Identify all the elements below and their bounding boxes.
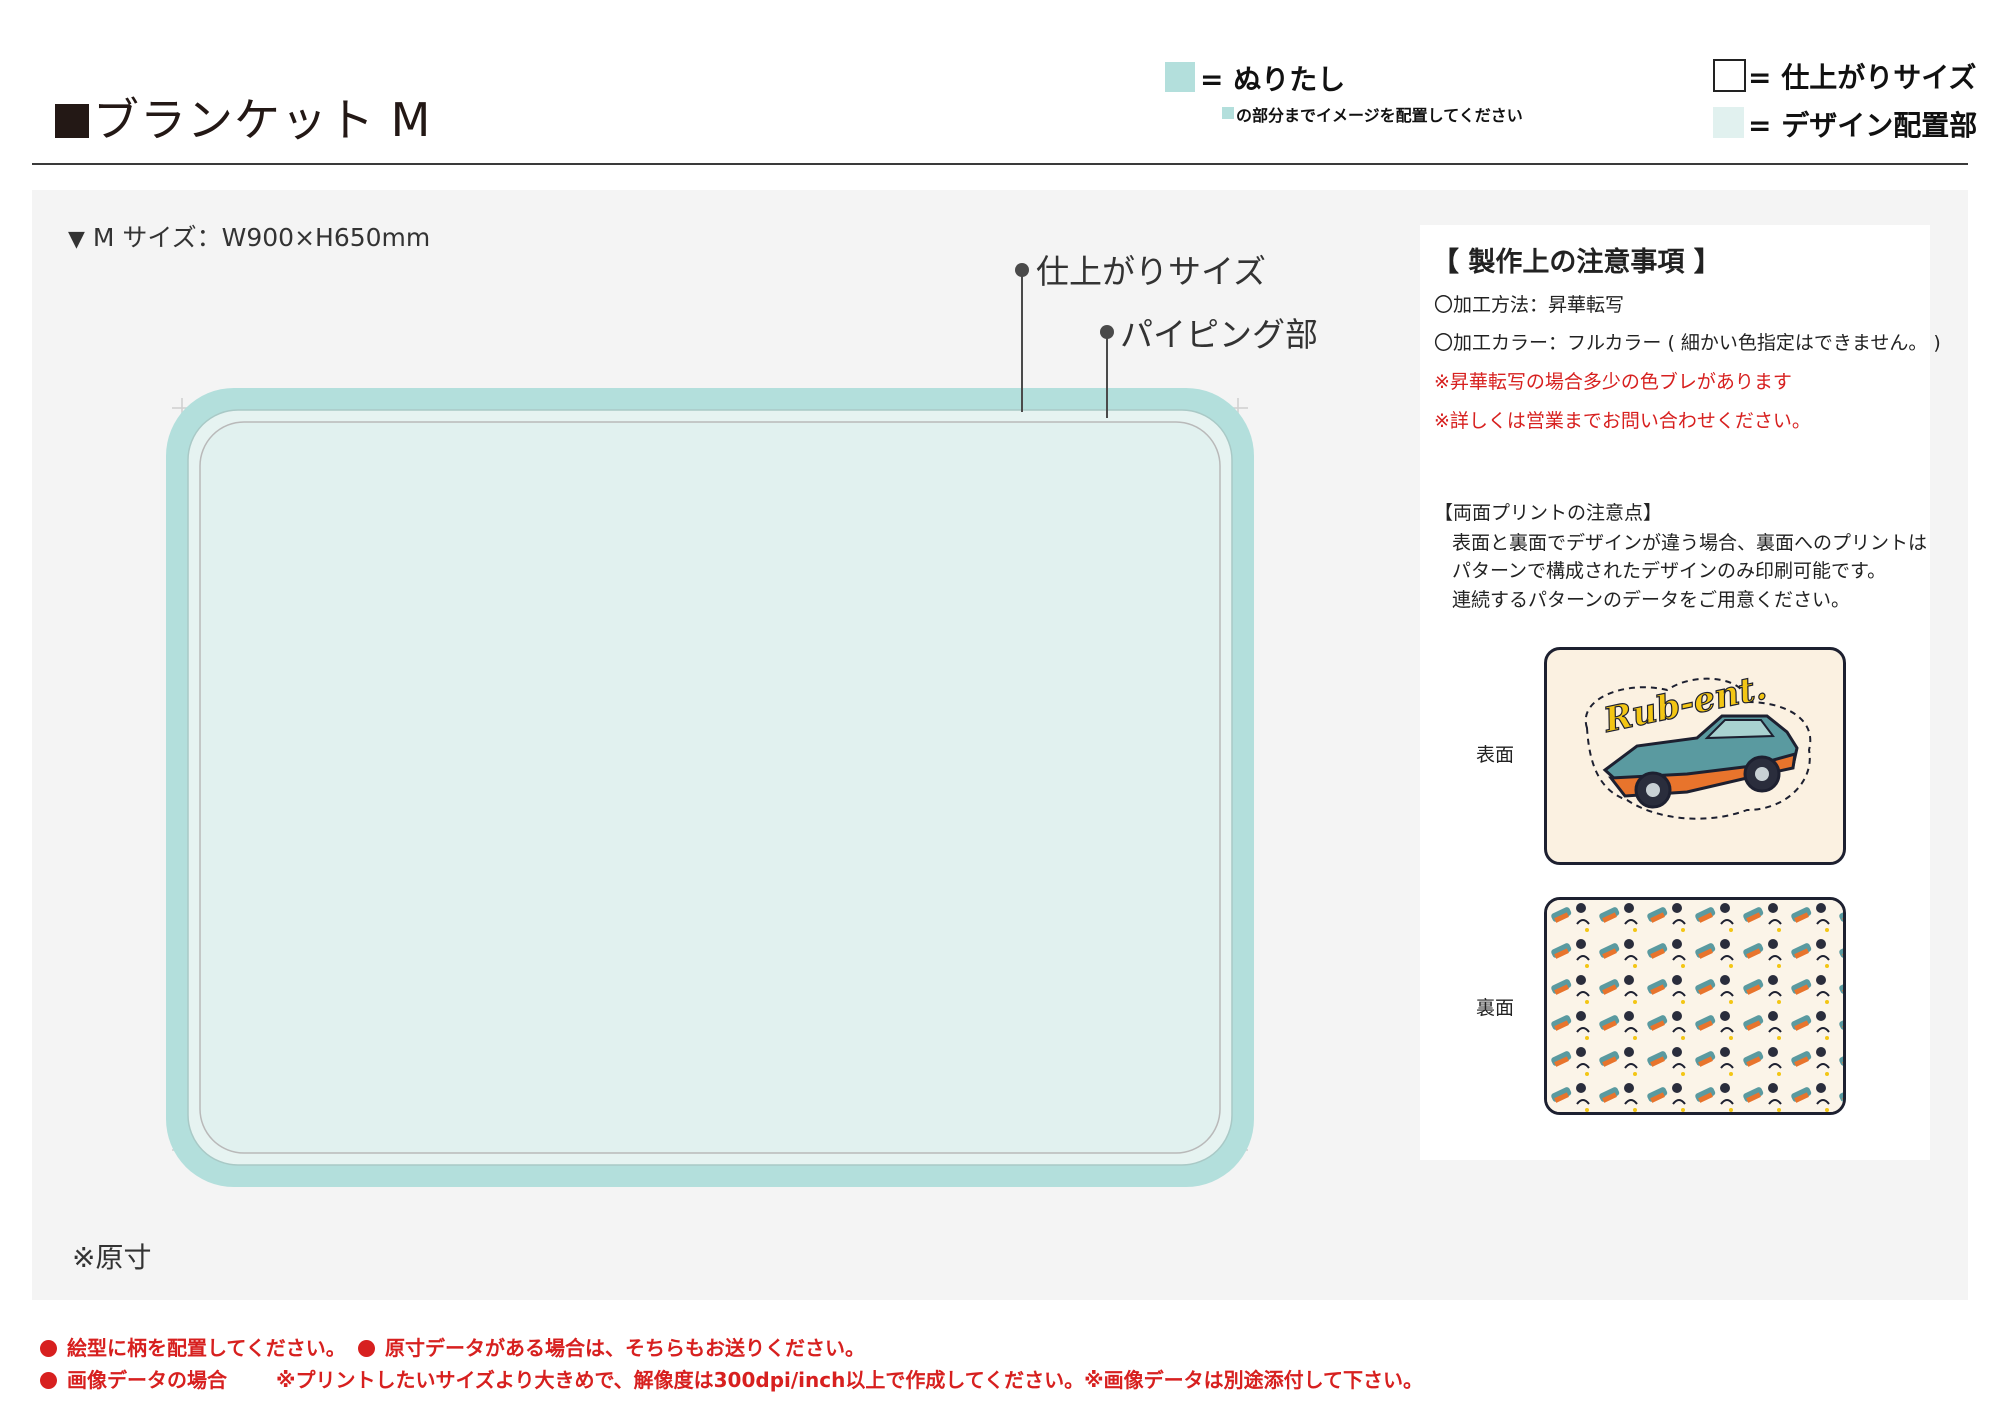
design-area-swatch [1713, 107, 1744, 138]
front-label: 表面 [1476, 744, 1515, 766]
bleed-swatch [1165, 62, 1195, 92]
bleed-mini-swatch [1222, 107, 1234, 119]
footer-line-2a-text: 画像データの場合 [67, 1368, 227, 1392]
design-area-legend-label: = デザイン配置部 [1748, 109, 1978, 142]
bleed-legend-note: の部分までイメージを配置してください [1236, 106, 1523, 125]
red-dot-icon [358, 1340, 375, 1357]
double-print-heading: 【両面プリントの注意点】 [1434, 502, 1663, 524]
finish-size-legend-label: = 仕上がりサイズ [1748, 61, 1977, 94]
footer-line-1b-text: 原寸データがある場合は、そちらもお送りください。 [385, 1336, 865, 1360]
page-title-text: ブランケット M [93, 93, 432, 147]
page-title: ブランケット M [55, 92, 431, 148]
triangle-down-icon: ▼ [68, 227, 85, 252]
double-print-note-3: 連続するパターンのデータをご用意ください。 [1452, 589, 1851, 611]
footer-line-1a: 絵型に柄を配置してください。 [40, 1332, 346, 1361]
blanket-template [166, 388, 1254, 1187]
pattern-illustration [1547, 900, 1843, 1112]
double-print-note-2: パターンで構成されたデザインのみ印刷可能です。 [1452, 560, 1887, 582]
double-print-note-1: 表面と裏面でデザインが違う場合、裏面へのプリントは [1452, 532, 1928, 554]
black-square-icon [55, 104, 89, 138]
footer-line-1b: 原寸データがある場合は、そちらもお送りください。 [358, 1332, 865, 1361]
header-divider [32, 163, 1968, 165]
front-sample-image: Rub-ent. [1544, 647, 1846, 865]
design-area [199, 421, 1221, 1154]
note-method: 〇加工方法：昇華転写 [1434, 294, 1625, 316]
red-dot-icon [40, 1372, 57, 1389]
notes-heading: 【 製作上の注意事項 】 [1432, 247, 1721, 278]
size-label-text: M サイズ：W900×H650mm [92, 223, 431, 252]
note-warning-contact: ※詳しくは営業までお問い合わせください。 [1434, 410, 1811, 432]
note-warning-color-shift: ※昇華転写の場合多少の色ブレがあります [1434, 371, 1792, 393]
car-sticker-illustration: Rub-ent. [1584, 667, 1812, 820]
footer-line-2a: 画像データの場合 [40, 1364, 227, 1393]
callout-finish-size: 仕上がりサイズ [1036, 252, 1267, 291]
back-sample-image [1544, 897, 1846, 1115]
bleed-legend-label: = ぬりたし [1200, 63, 1346, 96]
size-label: ▼ M サイズ：W900×H650mm [68, 218, 430, 254]
actual-size-note: ※原寸 [72, 1241, 152, 1274]
note-color: 〇加工カラー：フルカラー ( 細かい色指定はできません。 ) [1434, 332, 1941, 354]
footer-line-1a-text: 絵型に柄を配置してください。 [67, 1336, 346, 1360]
footer-line-2b: ※プリントしたいサイズより大きめで、解像度は300dpi/inch以上で作成して… [276, 1368, 1424, 1392]
back-label: 裏面 [1476, 997, 1515, 1019]
finish-size-swatch [1713, 59, 1746, 92]
callout-piping: パイピング部 [1120, 315, 1318, 354]
red-dot-icon [40, 1340, 57, 1357]
